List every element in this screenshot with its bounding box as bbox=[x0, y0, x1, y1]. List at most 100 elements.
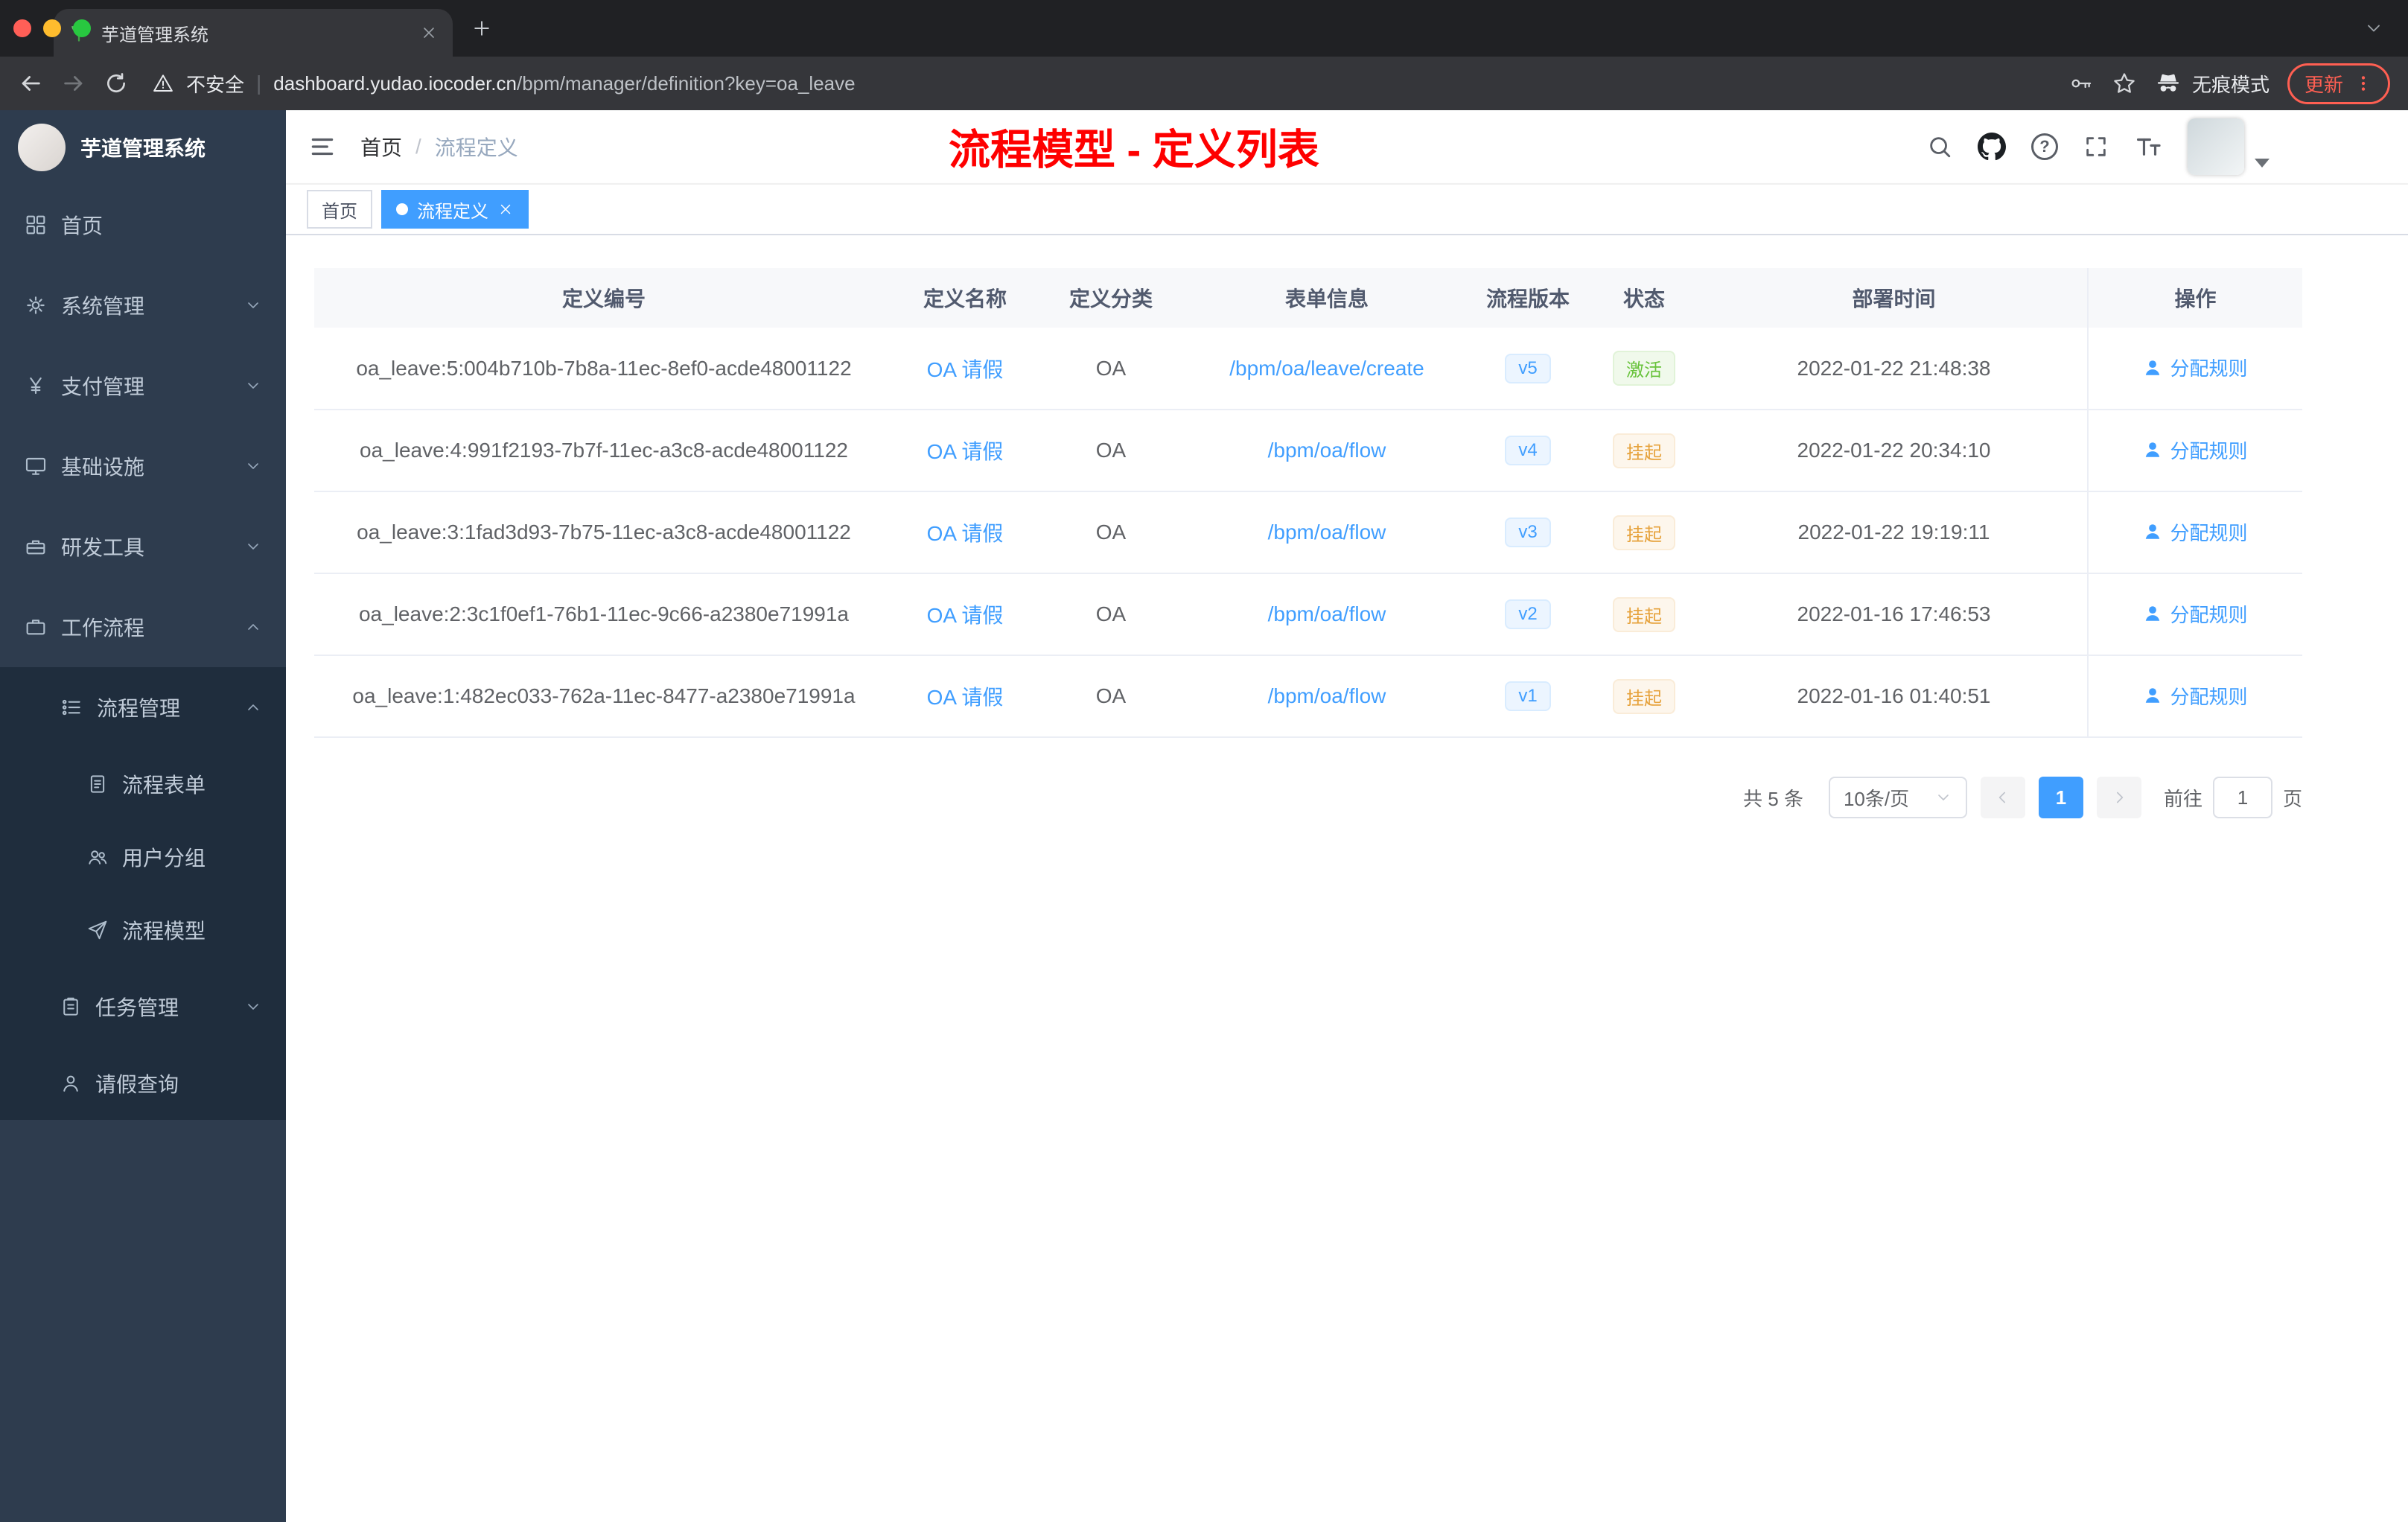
url-path: /bpm/manager/definition?key=oa_leave bbox=[517, 71, 856, 95]
sidebar-item-label: 支付管理 bbox=[61, 375, 145, 398]
definition-name-link[interactable]: OA 请假 bbox=[927, 440, 1004, 463]
chrome-update-menu-button[interactable]: 更新 bbox=[2287, 63, 2390, 104]
chevron-down-icon bbox=[244, 377, 262, 395]
help-icon[interactable]: ? bbox=[2031, 133, 2058, 160]
tag-close-icon[interactable] bbox=[497, 201, 514, 217]
column-header: 部署时间 bbox=[1701, 268, 2088, 328]
goto-page-input[interactable] bbox=[2212, 777, 2272, 818]
active-tag-dot bbox=[396, 203, 408, 215]
forward-icon[interactable] bbox=[61, 71, 86, 96]
sidebar-item-label: 流程模型 bbox=[122, 920, 206, 943]
sidebar-item-label: 请假查询 bbox=[95, 1073, 179, 1096]
tag-home[interactable]: 首页 bbox=[307, 190, 372, 229]
user-icon bbox=[60, 1072, 82, 1095]
user-icon bbox=[2146, 524, 2160, 539]
table-header-row: 定义编号 定义名称 定义分类 表单信息 流程版本 状态 部署时间 操作 bbox=[314, 268, 2302, 328]
column-header: 流程版本 bbox=[1468, 268, 1587, 328]
tab-close-icon[interactable] bbox=[420, 24, 438, 42]
sidebar-item-workflow[interactable]: 工作流程 bbox=[0, 587, 286, 667]
chevron-down-icon bbox=[244, 457, 262, 475]
github-icon[interactable] bbox=[1978, 133, 2006, 161]
avatar bbox=[2188, 118, 2244, 175]
page-size-select[interactable]: 10条/页 bbox=[1828, 777, 1967, 818]
bookmark-star-icon[interactable] bbox=[2112, 71, 2137, 96]
user-avatar-menu[interactable] bbox=[2188, 118, 2270, 175]
status-badge: 挂起 bbox=[1613, 515, 1675, 550]
incognito-label: 无痕模式 bbox=[2191, 73, 2270, 96]
form-link[interactable]: /bpm/oa/leave/create bbox=[1229, 357, 1424, 380]
reload-icon[interactable] bbox=[104, 71, 128, 95]
sidebar-item-task-management[interactable]: 任务管理 bbox=[0, 967, 286, 1047]
logo-title: 芋道管理系统 bbox=[80, 137, 206, 160]
page-size-value: 10条/页 bbox=[1843, 787, 1910, 810]
assign-rule-link[interactable]: 分配规则 bbox=[2143, 354, 2248, 381]
browser-tab[interactable]: 芋道管理系统 bbox=[54, 9, 453, 57]
form-link[interactable]: /bpm/oa/flow bbox=[1268, 684, 1386, 707]
status-badge: 挂起 bbox=[1613, 596, 1675, 632]
assign-rule-link[interactable]: 分配规则 bbox=[2143, 600, 2248, 628]
sidebar-item-leave-query[interactable]: 请假查询 bbox=[0, 1047, 286, 1120]
password-key-icon[interactable] bbox=[2068, 71, 2094, 96]
address-bar[interactable]: 不安全 | dashboard.yudao.iocoder.cn/bpm/man… bbox=[146, 70, 2051, 98]
definition-name-link[interactable]: OA 请假 bbox=[927, 686, 1004, 709]
next-page-button[interactable] bbox=[2096, 777, 2141, 818]
tag-process-definition[interactable]: 流程定义 bbox=[381, 190, 529, 229]
page-number-button[interactable]: 1 bbox=[2038, 777, 2083, 818]
sidebar-item-process-form[interactable]: 流程表单 bbox=[0, 748, 286, 821]
breadcrumb-home[interactable]: 首页 bbox=[360, 132, 402, 162]
definition-name-link[interactable]: OA 请假 bbox=[927, 522, 1004, 545]
assign-rule-link[interactable]: 分配规则 bbox=[2143, 682, 2248, 710]
hamburger-icon[interactable] bbox=[308, 133, 337, 161]
new-tab-button[interactable] bbox=[471, 17, 493, 39]
definition-category: OA bbox=[1036, 655, 1185, 738]
browser-window: 芋道管理系统 不安全 | dashboard.yudao.iocoder.cn/… bbox=[0, 0, 2408, 1522]
column-header: 操作 bbox=[2087, 268, 2302, 328]
kebab-menu-icon bbox=[2361, 76, 2366, 91]
font-size-icon[interactable] bbox=[2134, 133, 2162, 161]
back-icon[interactable] bbox=[18, 71, 43, 96]
sidebar-logo[interactable]: 芋道管理系统 bbox=[0, 110, 286, 185]
security-warning-icon bbox=[152, 72, 174, 95]
definition-category: OA bbox=[1036, 491, 1185, 574]
gear-icon bbox=[24, 293, 48, 317]
clipboard-icon bbox=[60, 996, 82, 1018]
page-unit-label: 页 bbox=[2282, 787, 2302, 810]
sidebar-item-label: 研发工具 bbox=[61, 536, 145, 559]
breadcrumb-separator: / bbox=[415, 135, 421, 158]
tab-search-chevron-icon[interactable] bbox=[2363, 18, 2384, 39]
zoom-window-button[interactable] bbox=[73, 19, 91, 37]
form-link[interactable]: /bpm/oa/flow bbox=[1268, 520, 1386, 544]
incognito-indicator: 无痕模式 bbox=[2155, 70, 2270, 98]
close-window-button[interactable] bbox=[13, 19, 31, 37]
sidebar-item-process-model[interactable]: 流程模型 bbox=[0, 894, 286, 967]
sidebar-item-system[interactable]: 系统管理 bbox=[0, 265, 286, 346]
form-link[interactable]: /bpm/oa/flow bbox=[1268, 602, 1386, 625]
form-link[interactable]: /bpm/oa/flow bbox=[1268, 439, 1386, 462]
minimize-window-button[interactable] bbox=[43, 19, 61, 37]
main-area: 首页 / 流程定义 流程模型 - 定义列表 ? 首页 流程定义 定义编号 定义名… bbox=[286, 110, 2408, 1522]
status-badge: 挂起 bbox=[1613, 678, 1675, 714]
definition-id: oa_leave:4:991f2193-7b7f-11ec-a3c8-acde4… bbox=[314, 410, 894, 492]
chevron-down-icon bbox=[244, 998, 262, 1016]
sidebar-item-process-management[interactable]: 流程管理 bbox=[0, 667, 286, 748]
browser-toolbar: 不安全 | dashboard.yudao.iocoder.cn/bpm/man… bbox=[0, 57, 2408, 110]
definition-name-link[interactable]: OA 请假 bbox=[927, 358, 1004, 381]
toolbox-icon bbox=[24, 535, 48, 558]
definition-name-link[interactable]: OA 请假 bbox=[927, 604, 1004, 627]
sidebar-item-devtools[interactable]: 研发工具 bbox=[0, 506, 286, 587]
incognito-icon bbox=[2155, 70, 2182, 97]
fullscreen-icon[interactable] bbox=[2083, 134, 2109, 159]
prev-page-button[interactable] bbox=[1980, 777, 2025, 818]
total-count-label: 共 5 条 bbox=[1743, 787, 1803, 810]
search-icon[interactable] bbox=[1927, 134, 1952, 159]
sidebar-item-infrastructure[interactable]: 基础设施 bbox=[0, 426, 286, 506]
sidebar-item-home[interactable]: 首页 bbox=[0, 185, 286, 265]
assign-rule-link[interactable]: 分配规则 bbox=[2143, 436, 2248, 464]
assign-rule-link[interactable]: 分配规则 bbox=[2143, 518, 2248, 546]
version-badge: v3 bbox=[1505, 518, 1551, 547]
yen-icon bbox=[24, 374, 48, 398]
chevron-up-icon bbox=[244, 698, 262, 716]
sidebar-item-payment[interactable]: 支付管理 bbox=[0, 346, 286, 426]
sidebar-item-user-group[interactable]: 用户分组 bbox=[0, 821, 286, 894]
version-badge: v1 bbox=[1505, 681, 1551, 711]
